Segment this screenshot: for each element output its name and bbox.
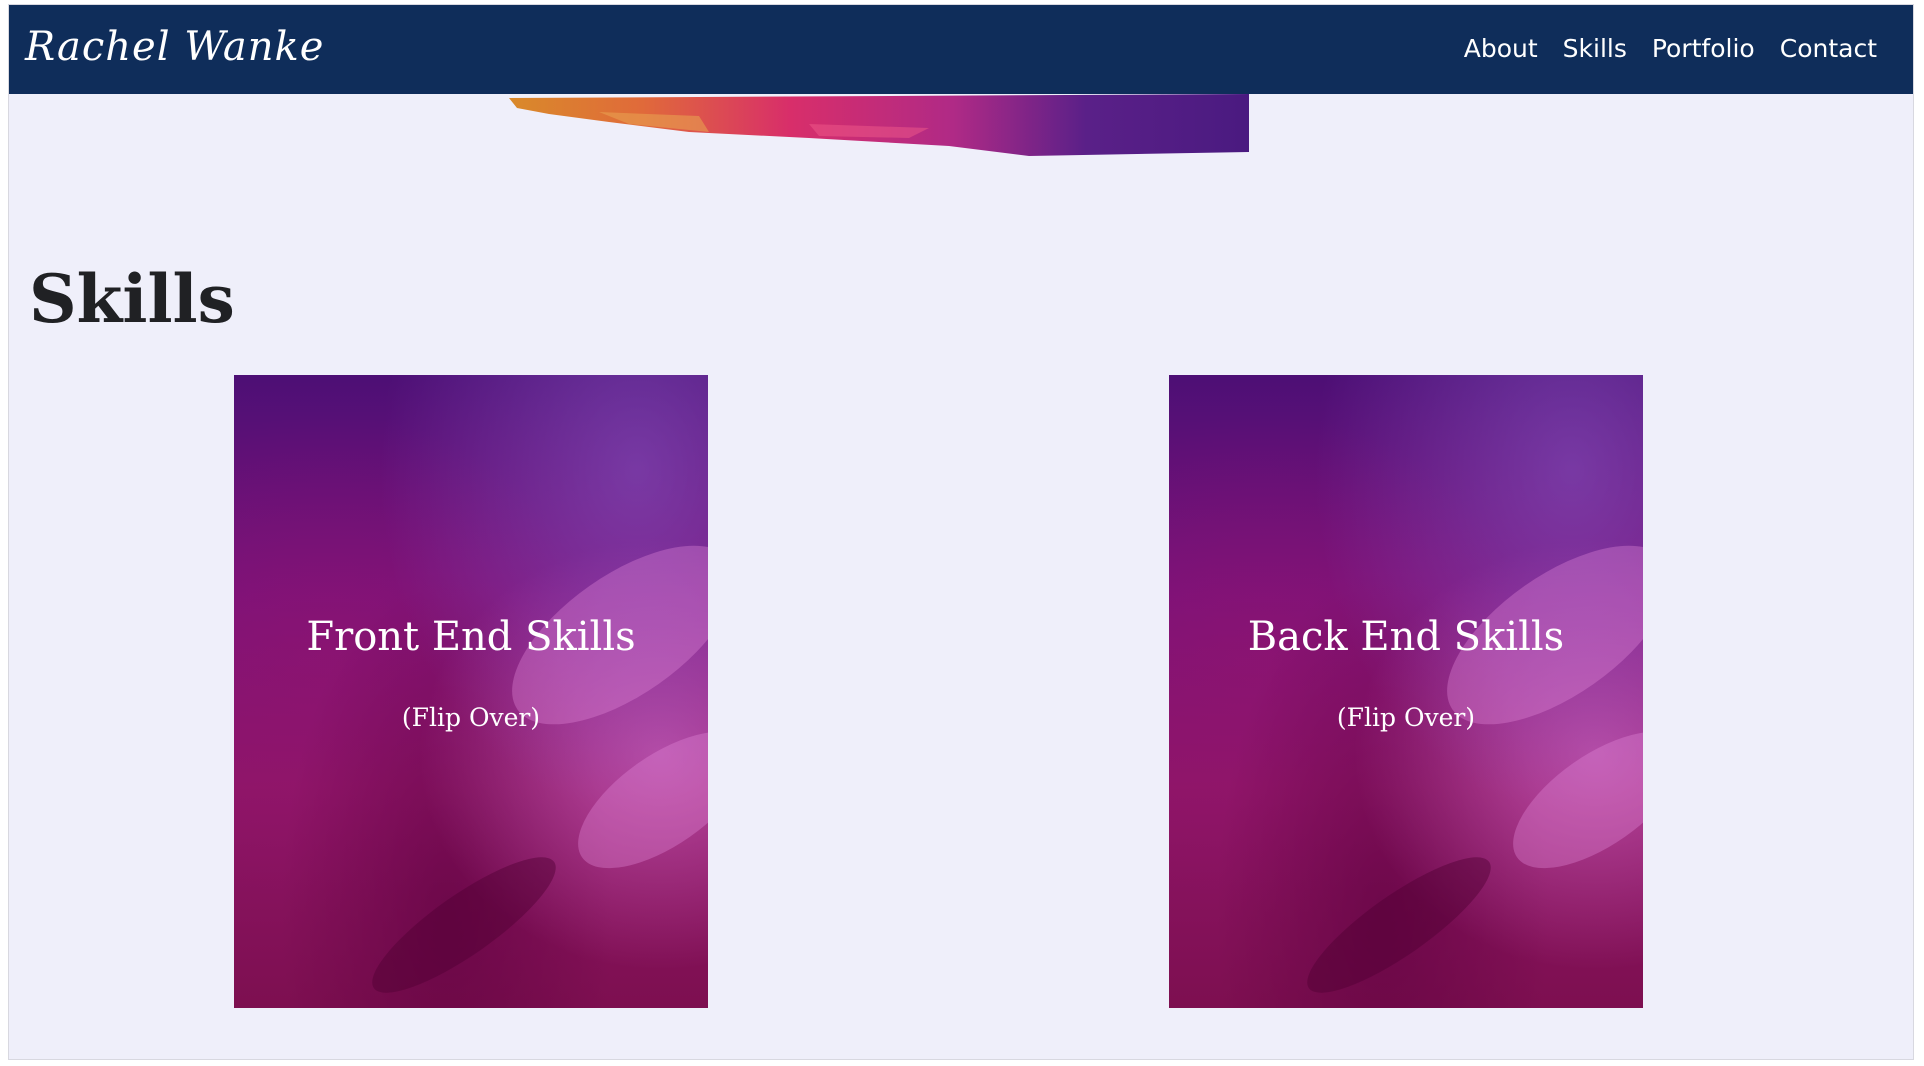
skill-card-front-end[interactable]: Front End Skills (Flip Over) [234,375,708,1008]
nav-link-contact[interactable]: Contact [1780,31,1877,67]
nav-links: About Skills Portfolio Contact [1464,31,1877,67]
nav-link-about[interactable]: About [1464,31,1538,67]
browser-viewport: Rachel Wanke About Skills Portfolio Cont… [8,4,1914,1060]
card-flip-hint: (Flip Over) [1336,703,1476,732]
skill-card-back-end[interactable]: Back End Skills (Flip Over) [1169,375,1643,1008]
nav-link-portfolio[interactable]: Portfolio [1652,31,1755,67]
card-title: Back End Skills [1247,614,1565,660]
card-flip-hint: (Flip Over) [401,703,541,732]
card-title: Front End Skills [306,614,636,660]
section-title-skills: Skills [29,260,235,338]
nav-link-skills[interactable]: Skills [1563,31,1627,67]
navbar: Rachel Wanke About Skills Portfolio Cont… [9,5,1913,94]
brush-stroke-decoration [509,94,1249,156]
brand-logo[interactable]: Rachel Wanke [25,21,324,73]
